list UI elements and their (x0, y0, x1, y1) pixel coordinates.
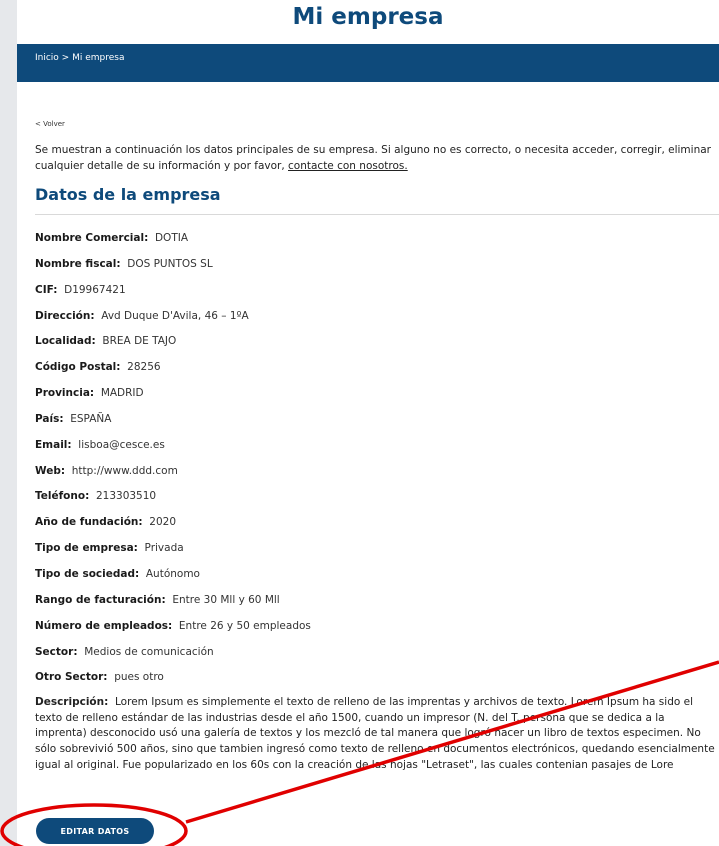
field-row: Localidad: BREA DE TAJO (35, 334, 719, 360)
field-label: Localidad: (35, 335, 96, 348)
section-divider (35, 214, 719, 215)
field-label: Nombre Comercial: (35, 232, 149, 244)
field-row: Rango de facturación: Entre 30 Mll y 60 … (35, 593, 719, 619)
header-bar (17, 44, 719, 82)
description-field: Descripción: Lorem Ipsum es simplemente … (35, 695, 719, 774)
field-label: Nombre fiscal: (35, 257, 121, 270)
contact-link[interactable]: contacte con nosotros. (288, 160, 408, 172)
field-value: Privada (144, 542, 184, 555)
field-value: MADRID (100, 387, 144, 400)
company-fields: Nombre Comercial: DOTIA Nombre fiscal: D… (35, 231, 719, 696)
field-label: Provincia: (35, 387, 95, 400)
field-value: ESPAÑA (70, 412, 112, 425)
field-row: Año de fundación: 2020 (35, 515, 719, 541)
edit-data-button[interactable]: EDITAR DATOS (36, 818, 154, 844)
field-value: Entre 26 y 50 empleados (178, 619, 311, 632)
field-label: CIF: (35, 283, 58, 296)
field-label: Dirección: (35, 309, 95, 322)
field-value: pues otro (114, 671, 164, 684)
field-row: Nombre Comercial: DOTIA (35, 231, 719, 257)
field-label: Web: (35, 464, 66, 477)
field-label: Tipo de empresa: (35, 542, 138, 555)
page-title: Mi empresa (292, 4, 444, 30)
field-row: Tipo de sociedad: Autónomo (35, 567, 719, 593)
field-row: Sector: Medios de comunicación (35, 645, 719, 671)
field-value: 213303510 (95, 490, 157, 503)
field-label: Email: (35, 438, 72, 451)
field-row: Otro Sector: pues otro (35, 670, 719, 696)
field-value: Entre 30 Mll y 60 Mll (172, 593, 280, 606)
field-label: Código Postal: (35, 361, 121, 374)
intro-text: Se muestran a continuación los datos pri… (35, 142, 715, 174)
field-row: Provincia: MADRID (35, 386, 719, 412)
field-value: Avd Duque D'Avila, 46 – 1ºA (101, 309, 249, 322)
field-row: CIF: D19967421 (35, 283, 719, 309)
field-label: Año de fundación: (35, 516, 143, 529)
back-link[interactable]: < Volver (35, 120, 65, 128)
field-label: Número de empleados: (35, 619, 173, 632)
field-label: Otro Sector: (35, 671, 108, 684)
field-row: Teléfono: 213303510 (35, 489, 719, 515)
breadcrumb[interactable]: Inicio > Mi empresa (35, 53, 124, 63)
field-label: País: (35, 412, 64, 425)
field-value: DOTIA (154, 232, 189, 244)
field-value: 2020 (149, 516, 177, 529)
field-value: http://www.ddd.com (71, 464, 178, 477)
field-value: DOS PUNTOS SL (127, 257, 213, 270)
description-value: Lorem Ipsum es simplemente el texto de r… (35, 696, 715, 771)
field-row: Email: lisboa@cesce.es (35, 438, 719, 464)
field-value: BREA DE TAJO (102, 335, 177, 348)
field-value: 28256 (127, 361, 161, 374)
field-row: Tipo de empresa: Privada (35, 541, 719, 567)
field-row: Número de empleados: Entre 26 y 50 emple… (35, 619, 719, 645)
field-value: Medios de comunicación (84, 645, 214, 658)
field-label: Teléfono: (35, 490, 90, 503)
field-row: País: ESPAÑA (35, 412, 719, 438)
field-row: Código Postal: 28256 (35, 360, 719, 386)
description-label: Descripción: (35, 696, 109, 708)
field-row: Web: http://www.ddd.com (35, 464, 719, 490)
field-label: Tipo de sociedad: (35, 567, 140, 580)
field-row: Nombre fiscal: DOS PUNTOS SL (35, 257, 719, 283)
field-label: Sector: (35, 645, 78, 658)
page-card: Mi empresa Inicio > Mi empresa < Volver … (17, 0, 719, 846)
field-label: Rango de facturación: (35, 593, 166, 606)
field-value: Autónomo (145, 567, 200, 580)
field-row: Dirección: Avd Duque D'Avila, 46 – 1ºA (35, 309, 719, 335)
field-value: D19967421 (64, 283, 126, 296)
section-title: Datos de la empresa (35, 185, 221, 204)
field-value: lisboa@cesce.es (78, 438, 165, 451)
